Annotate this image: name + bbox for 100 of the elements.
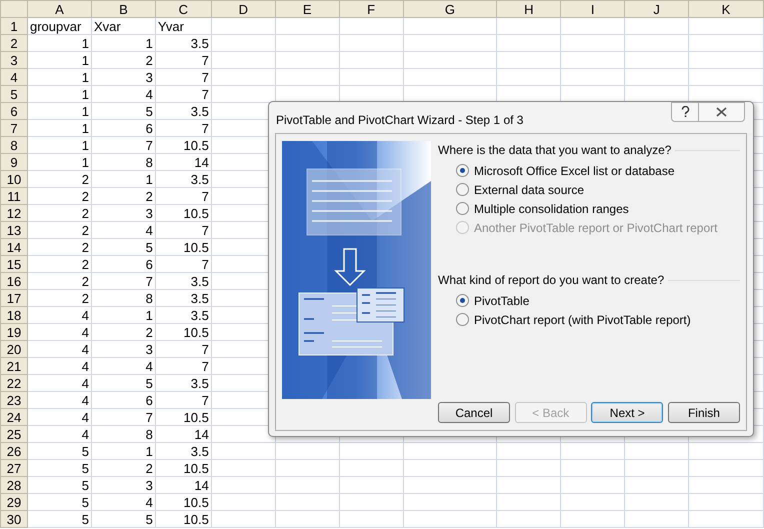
column-header[interactable]: G	[403, 0, 497, 18]
radio-button[interactable]	[456, 164, 469, 177]
column-header[interactable]: E	[275, 0, 340, 18]
table-cell: Yvar	[155, 18, 212, 34]
table-cell: 3.5	[155, 34, 212, 52]
row-header[interactable]: 15	[0, 256, 28, 272]
option-label[interactable]: PivotChart report (with PivotTable report)	[474, 310, 691, 328]
table-cell: 8	[91, 154, 156, 170]
column-header[interactable]: C	[155, 0, 212, 18]
dialog-button[interactable]: Next >	[591, 402, 664, 423]
column-header[interactable]: A	[27, 0, 92, 18]
column-header[interactable]: F	[339, 0, 404, 18]
column-header[interactable]: I	[560, 0, 625, 18]
row-header[interactable]: 24	[0, 408, 28, 426]
table-cell: 3.5	[155, 170, 212, 188]
row-header[interactable]: 1	[0, 18, 28, 34]
table-cell: 7	[155, 86, 212, 102]
option-label[interactable]: PivotTable	[474, 292, 530, 310]
table-cell: 1	[91, 306, 156, 324]
radio-button[interactable]	[456, 294, 469, 307]
window-title: PivotTable and PivotChart Wizard - Step 1 of 3	[276, 112, 524, 129]
row-header[interactable]: 17	[0, 290, 28, 306]
help-button[interactable]	[671, 102, 699, 122]
table-cell: 6	[91, 120, 156, 136]
table-cell: 4	[27, 408, 92, 426]
row-header[interactable]: 18	[0, 306, 28, 324]
column-header[interactable]: D	[211, 0, 276, 18]
row-header[interactable]: 14	[0, 238, 28, 256]
radio-button[interactable]	[456, 183, 469, 196]
dialog-button[interactable]: Finish	[668, 402, 740, 423]
row-header[interactable]: 23	[0, 392, 28, 408]
table-cell: 1	[27, 86, 92, 102]
table-cell: 3	[91, 204, 156, 222]
row-header[interactable]: 4	[0, 68, 28, 86]
table-cell: 5	[27, 476, 92, 494]
row-header[interactable]: 9	[0, 154, 28, 170]
row-header[interactable]: 11	[0, 188, 28, 204]
table-cell: groupvar	[27, 18, 92, 34]
table-cell: 14	[155, 154, 212, 170]
table-cell: 2	[91, 324, 156, 340]
table-cell: 4	[27, 306, 92, 324]
option-label[interactable]: Microsoft Office Excel list or database	[474, 162, 675, 180]
row-header[interactable]: 16	[0, 272, 28, 290]
table-cell: 3	[91, 476, 156, 494]
table-cell: 10.5	[155, 204, 212, 222]
row-header[interactable]: 6	[0, 102, 28, 120]
row-header[interactable]: 12	[0, 204, 28, 222]
table-cell: 5	[27, 442, 92, 460]
question-label: What kind of report do you want to create?	[438, 272, 664, 289]
row-header[interactable]: 20	[0, 340, 28, 358]
option-label[interactable]: External data source	[474, 180, 584, 198]
close-button[interactable]	[699, 102, 745, 122]
radio-button[interactable]	[456, 313, 469, 326]
row-header[interactable]: 5	[0, 86, 28, 102]
table-cell: 2	[27, 256, 92, 272]
table-cell: 1	[91, 170, 156, 188]
column-header[interactable]: J	[624, 0, 689, 18]
row-header[interactable]: 28	[0, 476, 28, 494]
table-cell: 10.5	[155, 408, 212, 426]
table-cell: 5	[91, 238, 156, 256]
row-header[interactable]: 22	[0, 374, 28, 392]
table-cell: 14	[155, 476, 212, 494]
row-header[interactable]: 27	[0, 460, 28, 476]
row-header[interactable]: 29	[0, 494, 28, 510]
row-header[interactable]: 21	[0, 358, 28, 374]
radio-button[interactable]	[456, 202, 469, 215]
table-cell: 7	[91, 272, 156, 290]
table-cell: 3.5	[155, 272, 212, 290]
table-cell: 10.5	[155, 324, 212, 340]
row-header[interactable]: 26	[0, 442, 28, 460]
row-header[interactable]: 25	[0, 426, 28, 442]
column-header[interactable]: H	[496, 0, 561, 18]
table-cell: 7	[155, 392, 212, 408]
table-cell: 2	[27, 222, 92, 238]
option-label[interactable]: Multiple consolidation ranges	[474, 200, 629, 218]
table-cell: 7	[155, 68, 212, 86]
table-cell: 4	[27, 358, 92, 374]
table-cell: 2	[27, 290, 92, 306]
row-header[interactable]: 10	[0, 170, 28, 188]
row-header[interactable]: 13	[0, 222, 28, 238]
row-header[interactable]: 19	[0, 324, 28, 340]
table-cell: 4	[91, 358, 156, 374]
table-cell: 1	[27, 68, 92, 86]
row-header[interactable]: 3	[0, 52, 28, 68]
row-header[interactable]: 8	[0, 136, 28, 154]
table-cell: 5	[27, 494, 92, 510]
table-cell: 10.5	[155, 510, 212, 528]
row-header[interactable]: 30	[0, 510, 28, 528]
row-header[interactable]: 7	[0, 120, 28, 136]
table-cell: 3	[91, 68, 156, 86]
table-cell: 1	[27, 154, 92, 170]
column-header[interactable]: B	[91, 0, 156, 18]
row-header[interactable]: 2	[0, 34, 28, 52]
column-header[interactable]: K	[688, 0, 764, 18]
table-cell: 2	[27, 188, 92, 204]
table-cell: 7	[155, 340, 212, 358]
dialog-button[interactable]: Cancel	[438, 402, 510, 423]
table-cell: 7	[91, 136, 156, 154]
table-cell: 1	[27, 52, 92, 68]
table-cell: 10.5	[155, 238, 212, 256]
